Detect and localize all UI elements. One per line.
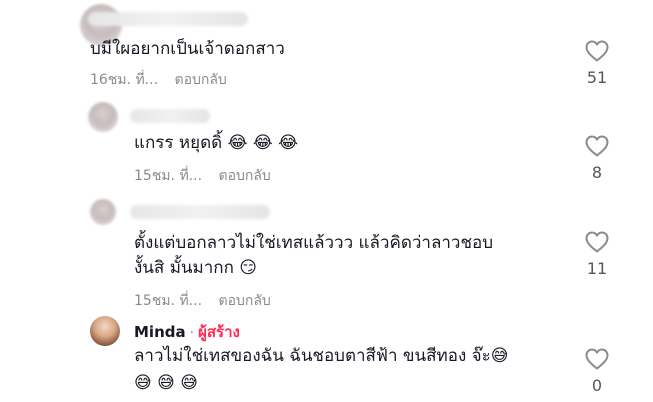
username-blurred[interactable] <box>130 205 270 219</box>
comment-author-line: Minda · ผู้สร้าง <box>134 320 240 344</box>
heart-outline-icon <box>585 40 609 62</box>
comment-time: 15ชม. ที่... <box>134 168 203 184</box>
like-count: 51 <box>586 68 608 87</box>
comment-meta: 16ชม. ที่... ตอบกลับ <box>90 69 227 91</box>
like-count: 0 <box>591 376 603 395</box>
comment-meta: 15ชม. ที่... ตอบกลับ <box>134 290 271 312</box>
avatar[interactable] <box>90 316 120 346</box>
like-count: 11 <box>586 259 608 278</box>
avatar[interactable] <box>88 102 118 132</box>
reply-button[interactable]: ตอบกลับ <box>218 168 270 184</box>
like-button[interactable]: 0 <box>577 348 617 395</box>
creator-badge: ผู้สร้าง <box>198 323 240 341</box>
comment-text: แกรร หยุดดิ้ 😂 😂 😂 <box>134 133 298 153</box>
comment-text-line-2: 😅 😅 😅 <box>134 373 198 393</box>
like-button[interactable]: 51 <box>577 40 617 87</box>
username-blurred[interactable] <box>130 109 210 123</box>
like-button[interactable]: 11 <box>577 231 617 278</box>
like-count: 8 <box>591 163 603 182</box>
heart-outline-icon <box>585 135 609 157</box>
username-blurred[interactable] <box>88 12 248 26</box>
separator-dot: · <box>189 325 195 341</box>
comment-time: 15ชม. ที่... <box>134 293 203 309</box>
comment-item: บมีใผอยากเป็นเจ้าดอกสาว 16ชม. ที่... ตอบ… <box>0 0 653 95</box>
comment-text: ลาวไม่ใช่เทสของฉัน ฉันชอบตาสีฟ้า ขนสีทอง… <box>134 346 509 366</box>
reply-button[interactable]: ตอบกลับ <box>218 293 270 309</box>
avatar[interactable] <box>90 199 116 225</box>
comment-meta: 15ชม. ที่... ตอบกลับ <box>134 165 271 187</box>
comment-time: 16ชม. ที่... <box>90 72 159 88</box>
heart-outline-icon <box>585 231 609 253</box>
comment-text-line-2: งั้นสิ มั้นมากก 😏 <box>134 258 257 278</box>
heart-outline-icon <box>585 348 609 370</box>
comment-text: บมีใผอยากเป็นเจ้าดอกสาว <box>90 39 285 59</box>
comment-text: ตั้งแต่บอกลาวไม่ใช่เทสแล้ววว แล้วคิดว่าล… <box>134 233 494 253</box>
comment-item: แกรร หยุดดิ้ 😂 😂 😂 15ชม. ที่... ตอบกลับ … <box>0 95 653 195</box>
author-name[interactable]: Minda <box>134 323 186 341</box>
comment-item: ตั้งแต่บอกลาวไม่ใช่เทสแล้ววว แล้วคิดว่าล… <box>0 195 653 310</box>
reply-button[interactable]: ตอบกลับ <box>174 72 226 88</box>
like-button[interactable]: 8 <box>577 135 617 182</box>
comment-item: Minda · ผู้สร้าง ลาวไม่ใช่เทสของฉัน ฉันชอบ… <box>0 310 653 402</box>
